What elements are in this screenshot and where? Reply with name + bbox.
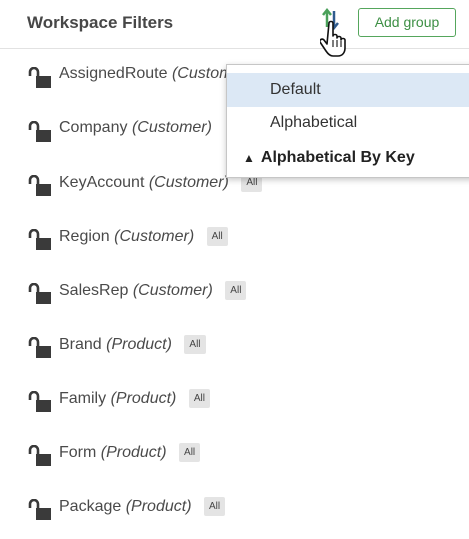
filter-category: (Customer) [132, 282, 213, 299]
sort-option-alphabetical-by-key[interactable]: ▲ Alphabetical By Key [227, 141, 469, 175]
filter-name: AssignedRoute [59, 65, 168, 82]
filter-category: (Customer) [114, 228, 195, 245]
unlock-icon [28, 175, 51, 196]
filter-row[interactable]: SalesRep (Customer) All [0, 265, 469, 319]
filter-value-badge[interactable]: All [179, 443, 201, 462]
filter-category: (Product) [100, 444, 167, 461]
unlock-icon [28, 67, 51, 88]
hand-pointer-cursor-icon [320, 20, 346, 57]
sort-dropdown-menu: Default Alphabetical ▲ Alphabetical By Ke… [226, 64, 469, 178]
workspace-filters-panel: Workspace Filters Add group AssignedRout… [0, 0, 469, 539]
unlock-icon [28, 445, 51, 466]
filter-category: (Product) [125, 498, 192, 515]
filter-category: (Product) [106, 336, 172, 353]
filter-row[interactable]: Package (Product) All [0, 481, 469, 535]
filter-name: Region [59, 228, 110, 245]
filter-name: Family [59, 390, 107, 407]
filter-row[interactable]: Family (Product) All [0, 373, 469, 427]
unlock-icon [28, 283, 51, 304]
filter-value-badge[interactable]: All [225, 281, 247, 300]
selected-triangle-icon: ▲ [243, 151, 255, 165]
filter-name: Package [59, 498, 122, 515]
filter-row[interactable]: Brand (Product) All [0, 319, 469, 373]
filter-value-badge[interactable]: All [184, 335, 206, 354]
unlock-icon [28, 121, 51, 142]
filter-row[interactable]: Form (Product) All [0, 427, 469, 481]
filter-name: Company [59, 119, 128, 136]
panel-title: Workspace Filters [27, 13, 174, 32]
unlock-icon [28, 337, 51, 358]
sort-option-alphabetical[interactable]: Alphabetical [227, 106, 469, 140]
filter-value-badge[interactable]: All [206, 227, 228, 246]
unlock-icon [28, 499, 51, 520]
add-group-button[interactable]: Add group [358, 8, 456, 37]
filter-name: Form [59, 444, 97, 461]
filter-name: SalesRep [59, 282, 129, 299]
filter-value-badge[interactable]: All [188, 389, 210, 408]
filter-category: (Customer) [131, 119, 212, 136]
filter-name: Brand [59, 336, 102, 353]
filter-name: KeyAccount [59, 174, 145, 191]
sort-option-default[interactable]: Default [227, 73, 469, 107]
filter-category: (Customer) [148, 174, 229, 191]
filter-value-badge[interactable]: All [203, 497, 226, 516]
filter-row[interactable]: Region (Customer) All [0, 211, 469, 265]
unlock-icon [28, 391, 51, 412]
panel-header: Workspace Filters Add group [0, 0, 469, 49]
unlock-icon [28, 229, 51, 250]
filter-category: (Product) [110, 390, 177, 407]
